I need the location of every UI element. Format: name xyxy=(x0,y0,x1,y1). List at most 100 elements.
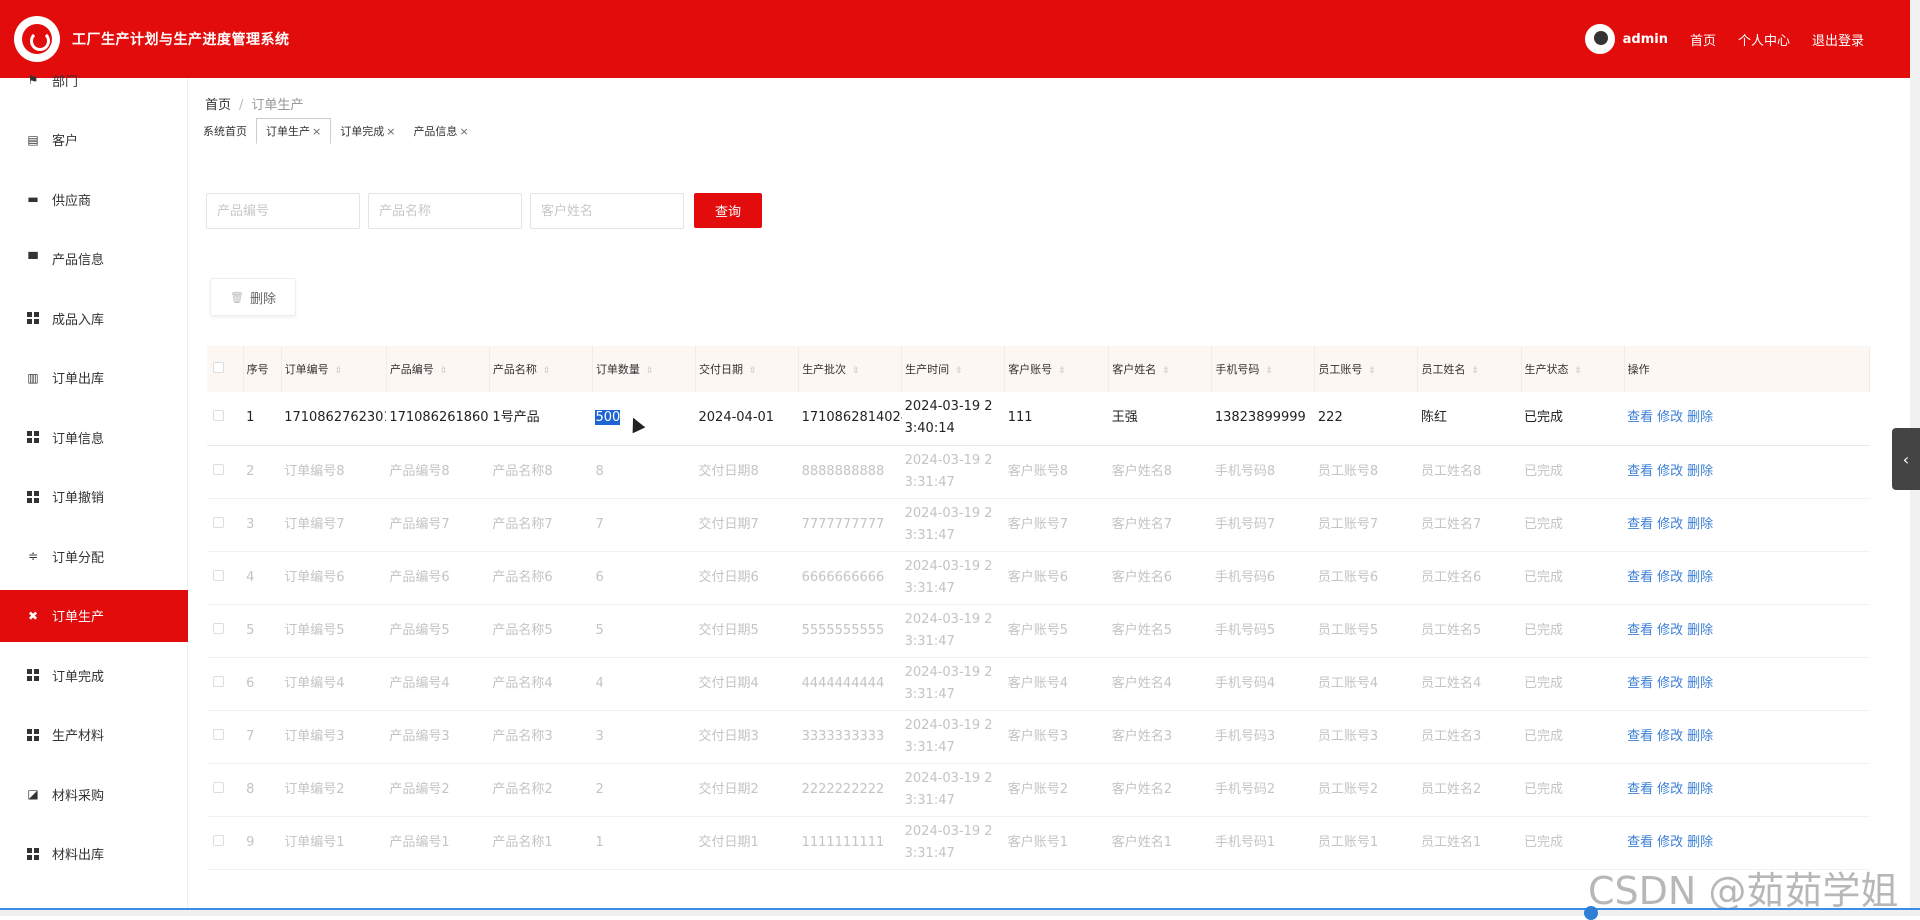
row-checkbox[interactable] xyxy=(213,728,224,740)
tab-3[interactable]: 产品信息 × xyxy=(404,118,477,144)
edit-button[interactable]: 修改 xyxy=(1657,729,1683,744)
sort-icon[interactable]: ⇳ xyxy=(1162,366,1170,376)
select-all-checkbox[interactable] xyxy=(213,362,224,373)
nav-logout-link[interactable]: 退出登录 xyxy=(1812,30,1864,49)
delete-button[interactable]: 删除 xyxy=(1687,729,1713,744)
edit-button[interactable]: 修改 xyxy=(1657,835,1683,850)
column-header[interactable]: 客户姓名 ⇳ xyxy=(1108,346,1213,392)
sort-icon[interactable]: ⇳ xyxy=(1058,366,1066,376)
user-menu[interactable]: admin xyxy=(1584,24,1668,54)
edit-button[interactable]: 修改 xyxy=(1657,782,1683,797)
tab-1[interactable]: 订单生产 × xyxy=(256,118,332,144)
sidebar-item-11[interactable]: 生产材料 xyxy=(0,709,188,761)
column-header[interactable]: 订单编号 ⇳ xyxy=(281,346,387,392)
edit-button[interactable]: 修改 xyxy=(1657,570,1683,585)
sort-icon[interactable]: ⇳ xyxy=(646,366,654,376)
delete-button[interactable]: 删除 xyxy=(1687,676,1713,691)
customer-name-input[interactable] xyxy=(530,193,684,229)
delete-button[interactable]: 删除 xyxy=(1687,410,1713,425)
sort-icon[interactable]: ⇳ xyxy=(1575,366,1583,376)
row-checkbox[interactable] xyxy=(213,675,224,687)
sidebar-item-7[interactable]: 订单撤销 xyxy=(0,471,188,523)
product-name-input[interactable] xyxy=(368,193,522,229)
sort-icon[interactable]: ⇳ xyxy=(335,366,343,376)
sidebar-item-13[interactable]: 材料出库 xyxy=(0,828,188,880)
nav-home-link[interactable]: 首页 xyxy=(1690,30,1716,49)
sidebar-item-8[interactable]: ≑ 订单分配 xyxy=(0,530,188,582)
sidebar-item-2[interactable]: ▬ 供应商 xyxy=(0,173,188,225)
batch-delete-button[interactable]: 🗑 删除 xyxy=(210,278,296,316)
column-header[interactable]: 产品名称 ⇳ xyxy=(489,346,593,392)
view-button[interactable]: 查看 xyxy=(1627,570,1653,585)
sidebar-item-4[interactable]: 成品入库 xyxy=(0,292,188,344)
view-button[interactable]: 查看 xyxy=(1627,835,1653,850)
tab-2[interactable]: 订单完成 × xyxy=(331,118,404,144)
row-checkbox[interactable] xyxy=(213,569,224,581)
product-no-input[interactable] xyxy=(206,193,360,229)
sidebar-item-1[interactable]: ▤ 客户 xyxy=(0,114,188,166)
nav-profile-link[interactable]: 个人中心 xyxy=(1738,30,1790,49)
sort-icon[interactable]: ⇳ xyxy=(440,366,448,376)
sidebar-item-0[interactable]: ⚑ 部门 xyxy=(0,54,188,106)
close-icon[interactable]: × xyxy=(312,125,321,138)
edit-button[interactable]: 修改 xyxy=(1657,464,1683,479)
sort-icon[interactable]: ⇳ xyxy=(955,366,963,376)
delete-button[interactable]: 删除 xyxy=(1687,623,1713,638)
sort-icon[interactable]: ⇳ xyxy=(1265,366,1273,376)
sort-icon[interactable]: ⇳ xyxy=(1471,366,1479,376)
row-checkbox[interactable] xyxy=(213,834,224,846)
sort-icon[interactable]: ⇳ xyxy=(1368,366,1376,376)
sort-icon[interactable]: ⇳ xyxy=(543,366,551,376)
view-button[interactable]: 查看 xyxy=(1627,729,1653,744)
sidebar-item-12[interactable]: ◪ 材料采购 xyxy=(0,768,188,820)
column-header[interactable]: 产品编号 ⇳ xyxy=(386,346,490,392)
close-icon[interactable]: × xyxy=(386,125,395,138)
delete-button[interactable]: 删除 xyxy=(1687,517,1713,532)
delete-button[interactable]: 删除 xyxy=(1687,782,1713,797)
sort-icon[interactable]: ⇳ xyxy=(852,366,860,376)
column-header[interactable]: 交付日期 ⇳ xyxy=(695,346,800,392)
sidebar-item-9[interactable]: ✖ 订单生产 xyxy=(0,589,188,642)
delete-button[interactable]: 删除 xyxy=(1687,464,1713,479)
selected-text[interactable]: 500 xyxy=(595,410,621,426)
view-button[interactable]: 查看 xyxy=(1627,782,1653,797)
column-header[interactable]: 生产状态 ⇳ xyxy=(1521,346,1625,392)
column-header[interactable]: 订单数量 ⇳ xyxy=(592,346,697,392)
edit-button[interactable]: 修改 xyxy=(1657,623,1683,638)
horizontal-scrollbar[interactable] xyxy=(0,908,1920,916)
view-button[interactable]: 查看 xyxy=(1627,517,1653,532)
side-panel-toggle[interactable]: ‹ xyxy=(1892,428,1920,490)
column-header[interactable]: 客户账号 ⇳ xyxy=(1004,346,1110,392)
scroll-knob[interactable] xyxy=(1584,906,1598,920)
view-button[interactable]: 查看 xyxy=(1627,676,1653,691)
sidebar-item-label: 材料采购 xyxy=(52,788,105,804)
row-checkbox[interactable] xyxy=(213,622,224,634)
sidebar-item-10[interactable]: 订单完成 xyxy=(0,649,188,701)
edit-button[interactable]: 修改 xyxy=(1657,517,1683,532)
column-header[interactable]: 手机号码 ⇳ xyxy=(1211,346,1316,392)
edit-button[interactable]: 修改 xyxy=(1657,676,1683,691)
query-button[interactable]: 查询 xyxy=(694,193,762,228)
sidebar-item-5[interactable]: ▥ 订单出库 xyxy=(0,352,188,404)
tab-0[interactable]: 系统首页 xyxy=(194,118,256,144)
column-header[interactable]: 员工姓名 ⇳ xyxy=(1417,346,1522,392)
sidebar-item-6[interactable]: 订单信息 xyxy=(0,411,188,463)
sidebar-item-3[interactable]: ▀ 产品信息 xyxy=(0,233,188,285)
column-header[interactable]: 员工账号 ⇳ xyxy=(1314,346,1419,392)
delete-button[interactable]: 删除 xyxy=(1687,835,1713,850)
row-checkbox[interactable] xyxy=(213,410,224,422)
close-icon[interactable]: × xyxy=(459,125,468,138)
sort-icon[interactable]: ⇳ xyxy=(749,366,757,376)
view-button[interactable]: 查看 xyxy=(1627,410,1653,425)
table-cell: 3333333333 xyxy=(801,728,885,744)
view-button[interactable]: 查看 xyxy=(1627,623,1653,638)
row-checkbox[interactable] xyxy=(213,516,224,528)
row-checkbox[interactable] xyxy=(213,463,224,475)
view-button[interactable]: 查看 xyxy=(1627,464,1653,479)
breadcrumb-home[interactable]: 首页 xyxy=(205,98,231,113)
edit-button[interactable]: 修改 xyxy=(1657,410,1683,425)
delete-button[interactable]: 删除 xyxy=(1687,570,1713,585)
row-checkbox[interactable] xyxy=(213,781,224,793)
column-header[interactable]: 生产批次 ⇳ xyxy=(798,346,903,392)
column-header[interactable]: 生产时间 ⇳ xyxy=(901,346,1006,392)
